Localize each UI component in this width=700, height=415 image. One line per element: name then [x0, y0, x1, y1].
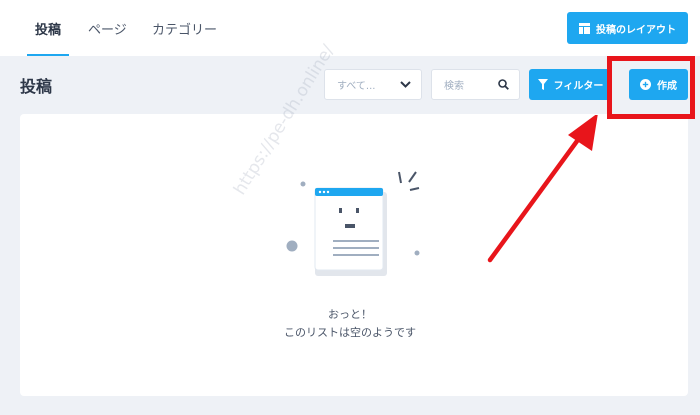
- filter-icon: [537, 79, 548, 90]
- annotation-highlight-box: [607, 56, 695, 119]
- chevron-down-icon: [400, 81, 411, 88]
- tab-pages[interactable]: ページ: [88, 0, 127, 56]
- top-navigation: 投稿 ページ カテゴリー 投稿のレイアウト: [0, 0, 700, 56]
- filter-button[interactable]: フィルター: [529, 69, 612, 100]
- empty-state-heading: おっと！: [328, 308, 372, 321]
- layout-icon: [579, 22, 590, 34]
- filter-button-label: フィルター: [553, 81, 604, 92]
- tab-categories-label: カテゴリー: [152, 22, 218, 38]
- empty-state-message: このリストは空のようです: [284, 326, 416, 339]
- tab-posts-label: 投稿: [35, 22, 62, 38]
- tab-pages-label: ページ: [88, 22, 127, 38]
- tab-posts[interactable]: 投稿: [26, 0, 70, 56]
- page-title: 投稿: [20, 77, 53, 96]
- tab-categories[interactable]: カテゴリー: [152, 0, 217, 56]
- search-placeholder: 検索: [444, 81, 464, 92]
- search-input[interactable]: 検索: [431, 69, 520, 100]
- empty-list-illustration: [286, 171, 420, 276]
- annotation-arrow-icon: [487, 115, 598, 263]
- status-select-value: すべて...: [337, 81, 376, 92]
- status-select[interactable]: すべて...: [324, 69, 422, 100]
- post-layout-button-label: 投稿のレイアウト: [596, 24, 676, 36]
- post-layout-button[interactable]: 投稿のレイアウト: [567, 12, 688, 44]
- search-icon: [498, 79, 509, 90]
